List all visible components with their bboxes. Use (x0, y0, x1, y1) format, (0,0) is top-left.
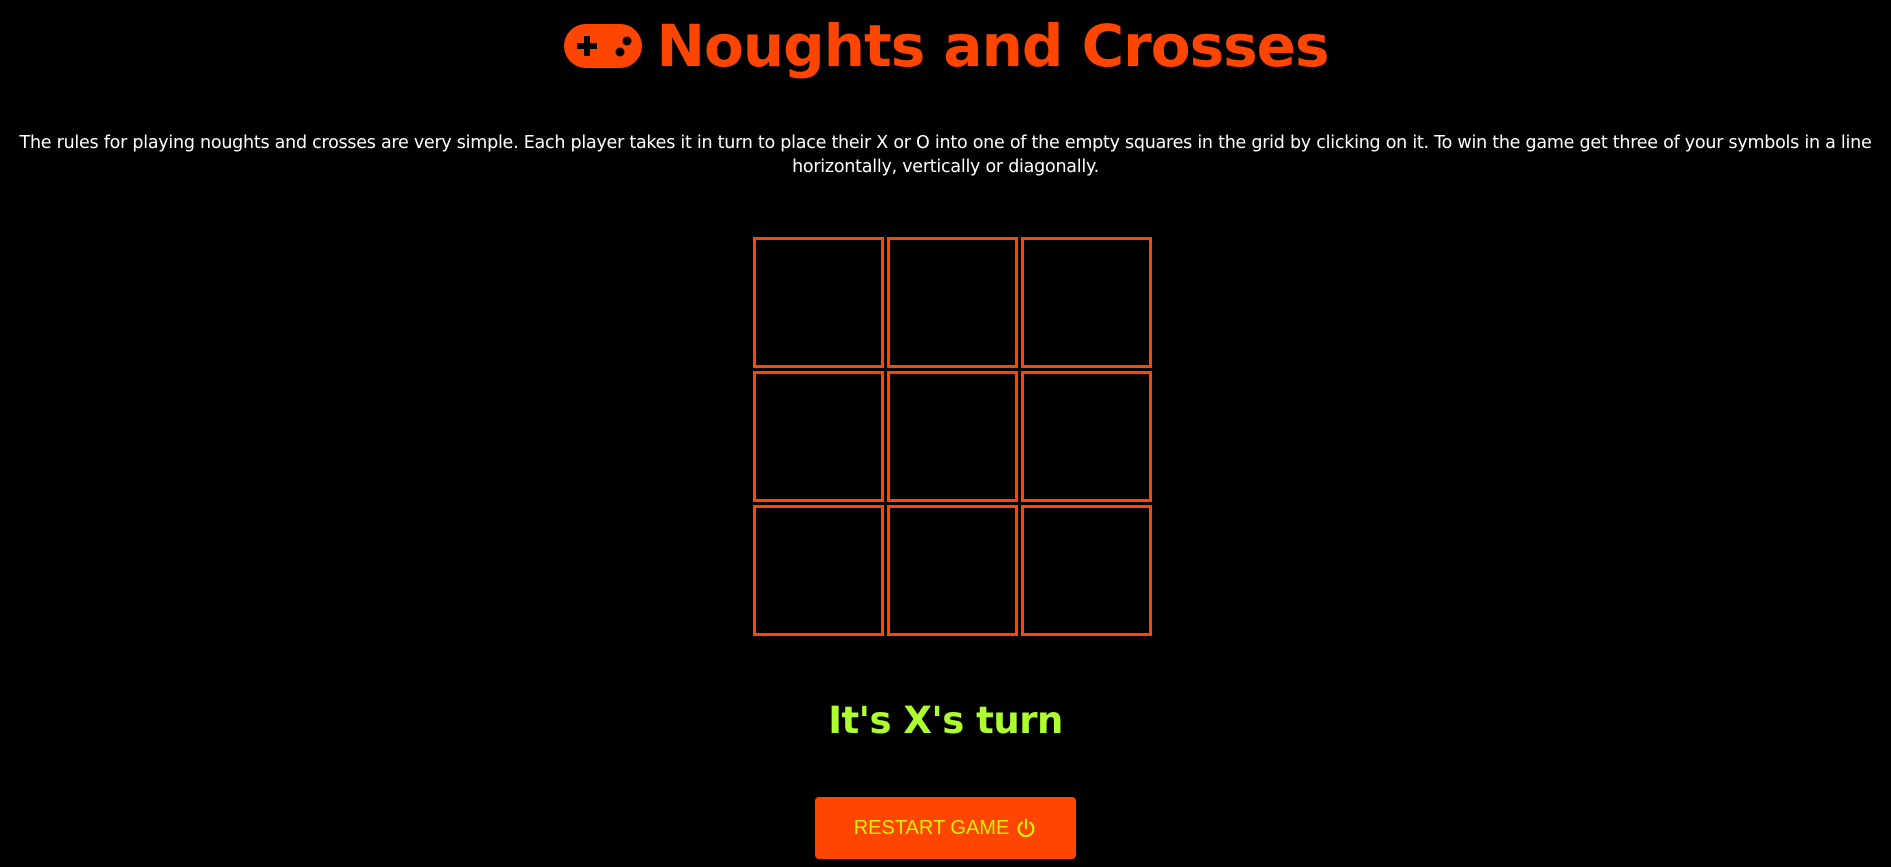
board-cell-7[interactable] (753, 505, 884, 636)
game-board (753, 237, 1153, 637)
board-cell-3[interactable] (1021, 237, 1152, 368)
page-title: Noughts and Crosses (656, 12, 1330, 80)
board-cell-5[interactable] (887, 371, 1018, 502)
restart-game-button[interactable]: RESTART GAME (815, 797, 1076, 859)
board-cell-4[interactable] (753, 371, 884, 502)
page-header: Noughts and Crosses (0, 10, 1891, 82)
board-cell-1[interactable] (753, 237, 884, 368)
gamepad-icon (563, 24, 642, 68)
restart-button-label: RESTART GAME (853, 816, 1010, 839)
board-cell-6[interactable] (1021, 371, 1152, 502)
board-cell-8[interactable] (887, 505, 1018, 636)
rules-text: The rules for playing noughts and crosse… (19, 133, 1872, 177)
board-cell-2[interactable] (887, 237, 1018, 368)
board-cell-9[interactable] (1021, 505, 1152, 636)
power-icon (1017, 818, 1035, 838)
turn-status: It's X's turn (828, 699, 1063, 742)
